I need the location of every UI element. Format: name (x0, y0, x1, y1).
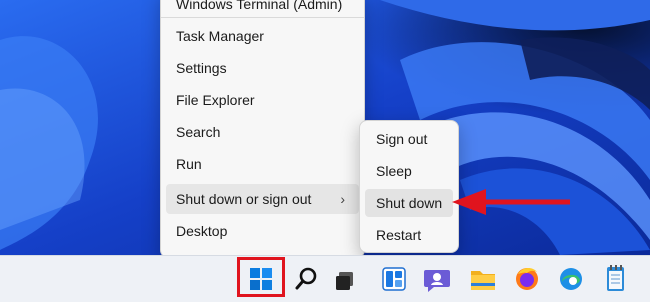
submenu-item-label: Sleep (376, 163, 412, 179)
menu-item-label: Run (176, 156, 202, 172)
submenu-item-label: Restart (376, 227, 422, 243)
menu-item-shut-down-or-sign-out[interactable]: Shut down or sign out › (166, 184, 359, 214)
menu-item-label: Search (176, 124, 221, 140)
menu-item-run[interactable]: Run (166, 149, 359, 179)
menu-item-label: File Explorer (176, 92, 255, 108)
widgets-icon[interactable] (377, 262, 411, 296)
submenu-item-label: Sign out (376, 131, 428, 147)
shutdown-submenu: Sign out Sleep Shut down Restart (359, 120, 459, 253)
taskbar (0, 255, 650, 302)
file-explorer-icon[interactable] (466, 262, 500, 296)
submenu-item-shut-down[interactable]: Shut down (365, 189, 453, 217)
start-context-menu: Windows Terminal (Admin) Task Manager Se… (160, 0, 365, 258)
menu-item-desktop[interactable]: Desktop (166, 216, 359, 246)
menu-item-settings[interactable]: Settings (166, 53, 359, 83)
submenu-item-sign-out[interactable]: Sign out (365, 125, 453, 153)
firefox-icon[interactable] (510, 262, 544, 296)
teams-chat-icon[interactable] (420, 262, 454, 296)
notepad-icon[interactable] (598, 262, 632, 296)
submenu-item-restart[interactable]: Restart (365, 221, 453, 249)
search-icon[interactable] (290, 262, 324, 296)
menu-separator (161, 17, 364, 18)
menu-item-search[interactable]: Search (166, 117, 359, 147)
menu-item-label: Windows Terminal (Admin) (176, 0, 343, 12)
annotation-arrow-icon (452, 189, 570, 215)
menu-item-label: Shut down or sign out (176, 191, 312, 207)
submenu-item-label: Shut down (376, 195, 443, 211)
start-button-highlight (237, 257, 285, 297)
edge-icon[interactable] (554, 262, 588, 296)
menu-item-file-explorer[interactable]: File Explorer (166, 85, 359, 115)
task-view-icon[interactable] (330, 262, 364, 296)
menu-item-label: Desktop (176, 223, 228, 239)
chevron-right-icon: › (340, 191, 345, 207)
menu-item-label: Settings (176, 60, 227, 76)
submenu-item-sleep[interactable]: Sleep (365, 157, 453, 185)
menu-item-task-manager[interactable]: Task Manager (166, 21, 359, 51)
menu-item-label: Task Manager (176, 28, 264, 44)
